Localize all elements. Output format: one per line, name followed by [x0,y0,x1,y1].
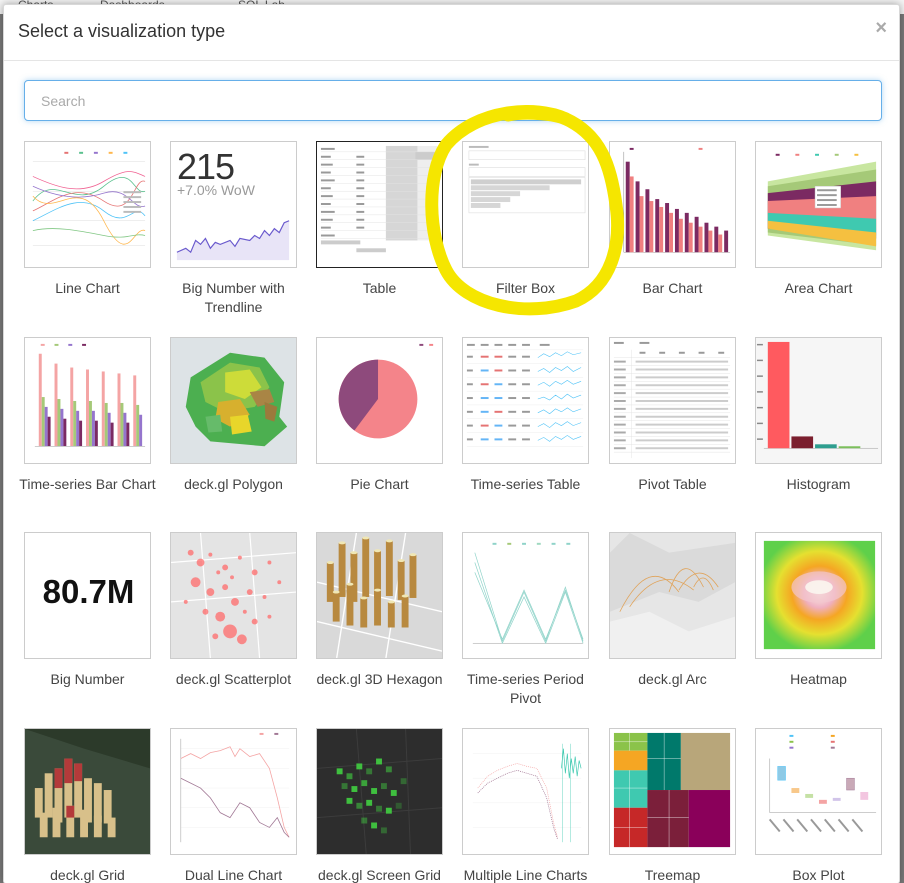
heatmap-thumbnail [755,532,882,659]
line-chart-thumbnail [24,141,151,268]
pivot-table-thumbnail [609,337,736,464]
search-input[interactable] [24,80,882,121]
chart-tile-label: Time-series Bar Chart [19,476,156,492]
big-number-trendline-thumbnail: 215 +7.0% WoW [170,141,297,268]
deckgl-hexagon-thumbnail [316,532,443,659]
chart-tile-label: Time-series Table [470,476,581,492]
chart-tile-label: Line Chart [55,280,120,296]
chart-tile-label: Filter Box [495,280,556,296]
close-icon[interactable]: × [875,17,887,40]
deckgl-grid-thumbnail [24,728,151,855]
chart-tile-label: Pivot Table [638,476,707,492]
chart-tile-label: Time-series Period Pivot [467,671,584,706]
chart-tile-label: Table [362,280,397,296]
dialog-title: Select a visualization type [18,21,226,41]
bar-chart-thumbnail [609,141,736,268]
chart-tile-label: Bar Chart [642,280,703,296]
pie-chart-thumbnail [316,337,443,464]
chart-tile-label: Multiple Line Charts [463,867,588,883]
deckgl-arc-thumbnail [609,532,736,659]
multiple-line-charts-thumbnail [462,728,589,855]
chart-tile-label: deck.gl Polygon [184,476,283,492]
chart-tile-label: deck.gl Grid [50,867,125,883]
chart-tile-label: Pie Chart [350,476,409,492]
chart-tile-label: deck.gl Screen Grid [318,867,441,883]
chart-tile-label: Big Number [50,671,125,687]
chart-tile-label: Area Chart [784,280,853,296]
dialog-header: Select a visualization type × [4,5,899,61]
chart-tile-label: deck.gl Scatterplot [175,671,292,687]
table-thumbnail [316,141,443,268]
area-chart-thumbnail [755,141,882,268]
chart-tile-label: Histogram [786,476,851,492]
chart-tile-label: deck.gl Arc [638,671,707,687]
big-number-value: 80.7M [42,573,135,610]
visualization-type-dialog: Select a visualization type × Search Lin… [3,4,900,883]
chart-tile-label: Heatmap [790,671,847,687]
histogram-thumbnail [755,337,882,464]
chart-tile-label: Treemap [644,867,701,883]
chart-tile-label: deck.gl 3D Hexagon [316,671,443,687]
dual-line-chart-thumbnail [170,728,297,855]
timeseries-table-thumbnail [462,337,589,464]
deckgl-scatterplot-thumbnail [170,532,297,659]
treemap-thumbnail [609,728,736,855]
big-number-thumbnail: 80.7M [24,532,151,659]
box-plot-thumbnail [755,728,882,855]
deckgl-polygon-thumbnail [170,337,297,464]
timeseries-bar-thumbnail [24,337,151,464]
chart-tile-label: Box Plot [792,867,845,883]
deckgl-screen-grid-thumbnail [316,728,443,855]
timeseries-period-pivot-thumbnail [462,532,589,659]
filter-box-thumbnail [462,141,589,268]
chart-tile-label: Big Number with Trendline [182,280,285,315]
chart-tile-label: Dual Line Chart [184,867,283,883]
